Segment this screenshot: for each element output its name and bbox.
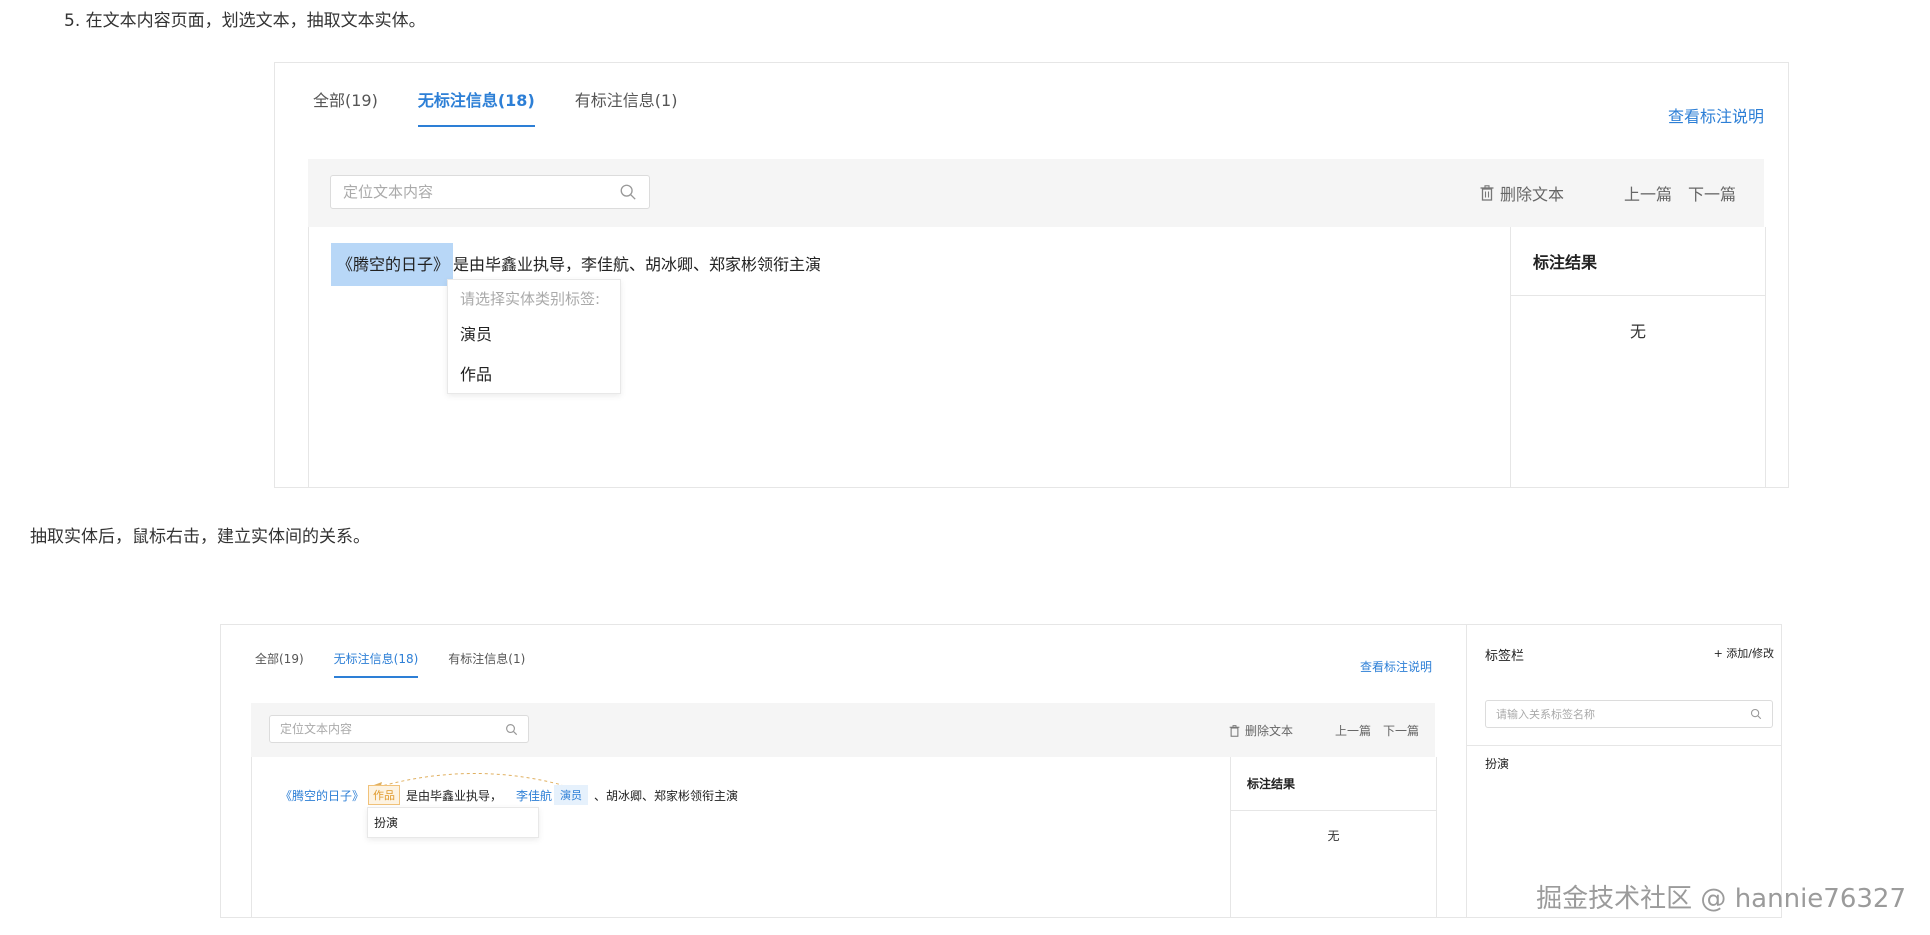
search-input[interactable] bbox=[270, 716, 510, 742]
main-pane: 全部(19) 无标注信息(18) 有标注信息(1) 查看标注说明 删除文本 上一… bbox=[221, 625, 1466, 917]
search-box bbox=[330, 175, 650, 209]
delete-text-button[interactable]: 删除文本 bbox=[1480, 181, 1564, 205]
dropdown-option-actor[interactable]: 演员 bbox=[448, 313, 620, 353]
tab-all[interactable]: 全部(19) bbox=[313, 87, 378, 127]
delete-text-label: 删除文本 bbox=[1499, 185, 1564, 204]
trash-icon bbox=[1480, 185, 1494, 201]
annotation-screenshot-entity: 全部(19) 无标注信息(18) 有标注信息(1) 查看标注说明 删除文本 上一… bbox=[274, 62, 1789, 488]
dropdown-option-work[interactable]: 作品 bbox=[448, 353, 620, 393]
selected-text[interactable]: 《腾空的日子》 bbox=[331, 243, 454, 286]
sentence-rest[interactable]: 是由毕鑫业执导，李佳航、胡冰卿、郑家彬领衔主演 bbox=[453, 255, 821, 274]
text-content-area: 《腾空的日子》 是由毕鑫业执导，李佳航、胡冰卿、郑家彬领衔主演 请选择实体类别标签… bbox=[308, 227, 1766, 487]
dropdown-title: 请选择实体类别标签: bbox=[460, 290, 601, 308]
annotation-guide-link[interactable]: 查看标注说明 bbox=[1360, 658, 1432, 675]
annotation-guide-link[interactable]: 查看标注说明 bbox=[1668, 103, 1764, 127]
prev-doc-button[interactable]: 上一篇 bbox=[1335, 722, 1371, 739]
annotation-result-panel: 标注结果 无 bbox=[1230, 757, 1436, 917]
relation-label-search-input[interactable] bbox=[1486, 701, 1756, 727]
sidebar-label-item[interactable]: 扮演 bbox=[1485, 755, 1509, 772]
search-box bbox=[269, 715, 529, 743]
prev-doc-button[interactable]: 上一篇 bbox=[1624, 181, 1672, 205]
toolbar-actions: 删除文本 上一篇 下一篇 bbox=[1480, 181, 1736, 205]
entity-work[interactable]: 《腾空的日子》 bbox=[280, 787, 364, 804]
label-sidebar: 标签栏 + 添加/修改 扮演 bbox=[1466, 625, 1781, 917]
relation-label-search-box bbox=[1485, 700, 1773, 728]
step-instruction: 5. 在文本内容页面，划选文本，抽取文本实体。 bbox=[64, 11, 426, 31]
relation-option-play[interactable]: 扮演 bbox=[368, 808, 538, 837]
entity-actor[interactable]: 李佳航 bbox=[516, 787, 552, 804]
annotation-sentence[interactable]: 《腾空的日子》 是由毕鑫业执导，李佳航、胡冰卿、郑家彬领衔主演 bbox=[331, 243, 821, 286]
tab-annotated[interactable]: 有标注信息(1) bbox=[575, 87, 678, 127]
sentence-end: 、胡冰卿、郑家彬领衔主演 bbox=[594, 788, 739, 803]
tab-all[interactable]: 全部(19) bbox=[255, 650, 304, 678]
sidebar-divider bbox=[1467, 745, 1781, 746]
add-edit-label-button[interactable]: + 添加/修改 bbox=[1714, 645, 1774, 664]
annotation-screenshot-relation: 全部(19) 无标注信息(18) 有标注信息(1) 查看标注说明 删除文本 上一… bbox=[220, 624, 1782, 918]
search-icon[interactable] bbox=[1750, 708, 1762, 720]
tab-unannotated[interactable]: 无标注信息(18) bbox=[333, 650, 418, 678]
search-icon[interactable] bbox=[619, 183, 637, 201]
relation-instruction: 抽取实体后，鼠标右击，建立实体间的关系。 bbox=[30, 527, 370, 547]
sentence-middle: 是由毕鑫业执导， bbox=[406, 788, 503, 803]
text-content-area: 《腾空的日子》 作品 是由毕鑫业执导， 李佳航 演员 、胡冰卿、郑家彬领衔主演 … bbox=[251, 757, 1437, 917]
delete-text-button[interactable]: 删除文本 bbox=[1229, 722, 1293, 739]
toolbar: 删除文本 上一篇 下一篇 bbox=[308, 159, 1764, 227]
next-doc-button[interactable]: 下一篇 bbox=[1383, 722, 1419, 739]
annotation-result-panel: 标注结果 无 bbox=[1510, 227, 1765, 487]
delete-text-label: 删除文本 bbox=[1244, 724, 1293, 738]
toolbar-actions: 删除文本 上一篇 下一篇 bbox=[1229, 722, 1419, 739]
entity-tag-actor[interactable]: 演员 bbox=[554, 785, 589, 805]
result-title: 标注结果 bbox=[1231, 757, 1436, 811]
sidebar-title: 标签栏 bbox=[1485, 649, 1525, 664]
tab-unannotated[interactable]: 无标注信息(18) bbox=[417, 87, 535, 127]
result-empty-text: 无 bbox=[1629, 322, 1646, 341]
relation-dropdown: 扮演 bbox=[367, 807, 539, 838]
entity-label-dropdown: 请选择实体类别标签: 演员 作品 bbox=[447, 279, 621, 394]
tab-bar: 全部(19) 无标注信息(18) 有标注信息(1) bbox=[313, 87, 677, 127]
next-doc-button[interactable]: 下一篇 bbox=[1688, 181, 1736, 205]
search-input[interactable] bbox=[331, 176, 625, 208]
tab-annotated[interactable]: 有标注信息(1) bbox=[448, 650, 525, 678]
result-title: 标注结果 bbox=[1511, 227, 1765, 296]
result-empty-text: 无 bbox=[1327, 829, 1340, 843]
tab-bar: 全部(19) 无标注信息(18) 有标注信息(1) bbox=[255, 650, 525, 678]
sidebar-header: 标签栏 + 添加/修改 bbox=[1485, 645, 1774, 664]
entity-tag-work[interactable]: 作品 bbox=[368, 785, 401, 805]
toolbar: 删除文本 上一篇 下一篇 bbox=[251, 703, 1435, 757]
search-icon[interactable] bbox=[505, 723, 518, 736]
trash-icon bbox=[1229, 724, 1240, 737]
watermark: 掘金技术社区 @ hannie76327 bbox=[1536, 884, 1906, 914]
annotation-sentence: 《腾空的日子》 作品 是由毕鑫业执导， 李佳航 演员 、胡冰卿、郑家彬领衔主演 bbox=[280, 785, 738, 805]
